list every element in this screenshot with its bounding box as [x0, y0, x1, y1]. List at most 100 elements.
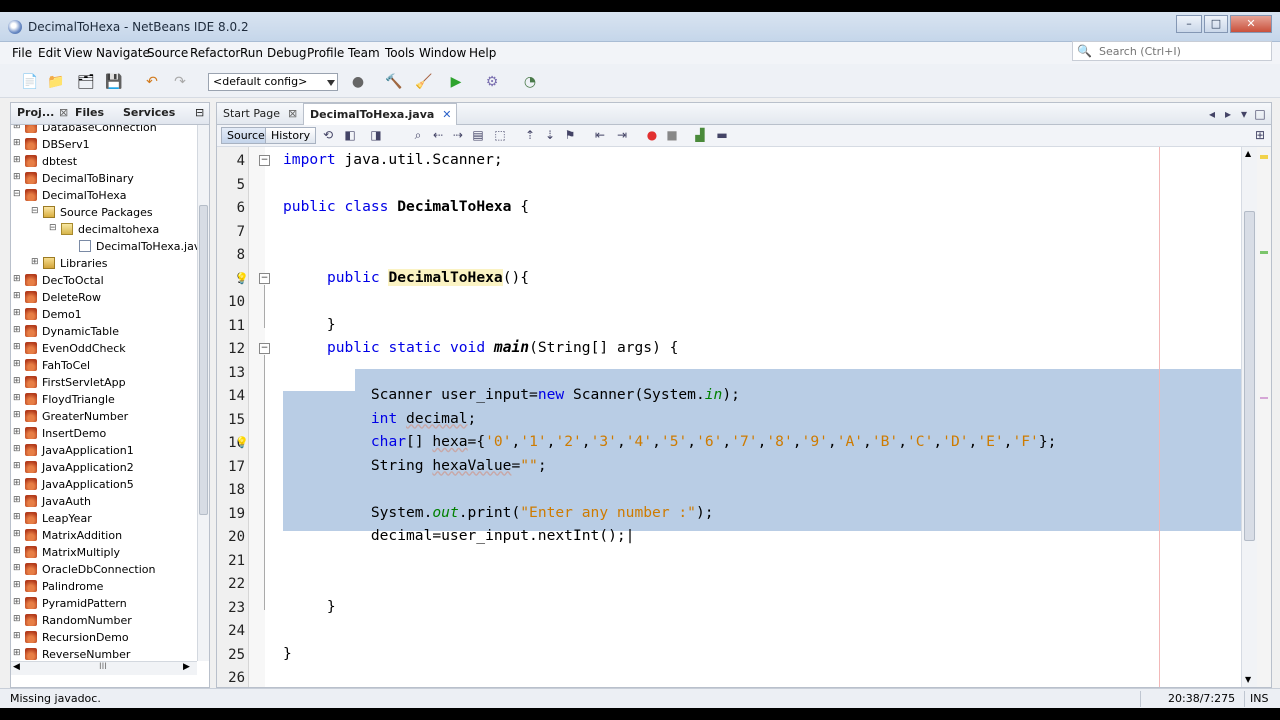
- back-icon[interactable]: ◧: [343, 128, 357, 142]
- stop-macro-icon[interactable]: ■: [665, 128, 679, 142]
- uncomment-icon[interactable]: ▬: [715, 128, 729, 142]
- expand-toggle-icon[interactable]: ⊞: [13, 512, 21, 522]
- new-project-button[interactable]: 📁: [46, 72, 66, 92]
- tree-node[interactable]: dbtest: [25, 153, 77, 170]
- expand-toggle-icon[interactable]: ⊞: [13, 648, 21, 658]
- expand-toggle-icon[interactable]: ⊞: [13, 529, 21, 539]
- code-line[interactable]: System.out.print("Enter any number :");: [283, 504, 714, 521]
- expand-toggle-icon[interactable]: ⊞: [13, 138, 21, 148]
- tree-node[interactable]: FahToCel: [25, 357, 90, 374]
- tree-node[interactable]: DBServ1: [25, 136, 90, 153]
- scroll-left-icon[interactable]: ◀: [13, 662, 20, 672]
- expand-toggle-icon[interactable]: ⊞: [13, 461, 21, 471]
- expand-toggle-icon[interactable]: ⊞: [13, 291, 21, 301]
- code-line[interactable]: public static void main(String[] args) {: [283, 339, 679, 356]
- tree-node[interactable]: MatrixMultiply: [25, 544, 120, 561]
- tree-node[interactable]: Palindrome: [25, 578, 103, 595]
- search-input[interactable]: [1099, 44, 1269, 58]
- toggle-rect-select-icon[interactable]: ⬚: [493, 128, 507, 142]
- find-icon[interactable]: ⌕: [411, 128, 425, 142]
- tree-node[interactable]: MatrixAddition: [25, 527, 122, 544]
- tree-node[interactable]: Demo1: [25, 306, 82, 323]
- expand-toggle-icon[interactable]: ⊞: [13, 427, 21, 437]
- next-bookmark-icon[interactable]: ⇣: [543, 128, 557, 142]
- code-area[interactable]: import java.util.Scanner; public class De…: [265, 147, 1241, 687]
- tree-node[interactable]: DecimalToHexa: [25, 187, 127, 204]
- clean-build-button[interactable]: 🧹: [414, 72, 434, 92]
- warning-marker[interactable]: [1260, 155, 1268, 159]
- menu-file[interactable]: File: [12, 46, 32, 60]
- tree-node[interactable]: InsertDemo: [25, 425, 106, 442]
- menu-navigate[interactable]: Navigate: [96, 46, 150, 60]
- tree-node[interactable]: JavaApplication5: [25, 476, 134, 493]
- save-all-button[interactable]: 💾: [104, 72, 124, 92]
- tab-projects[interactable]: Proj...: [17, 106, 54, 119]
- tree-node[interactable]: JavaApplication2: [25, 459, 134, 476]
- tree-node[interactable]: DatabaseConnection: [25, 125, 157, 136]
- hint-bulb-icon[interactable]: 💡: [235, 272, 249, 285]
- forward-icon[interactable]: ◨: [369, 128, 383, 142]
- tree-node[interactable]: ReverseNumber: [25, 646, 130, 661]
- code-line[interactable]: public class DecimalToHexa {: [283, 198, 529, 215]
- comment-icon[interactable]: ▟: [693, 128, 707, 142]
- source-button[interactable]: Source: [221, 127, 271, 144]
- expand-toggle-icon[interactable]: ⊞: [13, 376, 21, 386]
- tree-node[interactable]: EvenOddCheck: [25, 340, 126, 357]
- code-line[interactable]: public DecimalToHexa(){: [283, 268, 529, 286]
- menu-edit[interactable]: Edit: [38, 46, 61, 60]
- shift-left-icon[interactable]: ⇤: [593, 128, 607, 142]
- expand-toggle-icon[interactable]: ⊞: [13, 308, 21, 318]
- expand-toggle-icon[interactable]: ⊞: [13, 478, 21, 488]
- start-macro-icon[interactable]: ●: [645, 128, 659, 142]
- run-button[interactable]: ▶: [446, 72, 466, 92]
- code-line[interactable]: char[] hexa={'0','1','2','3','4','5','6'…: [283, 433, 1057, 450]
- expand-toggle-icon[interactable]: ⊟: [13, 189, 21, 199]
- maximize-button[interactable]: □: [1204, 15, 1228, 33]
- tree-node[interactable]: DecimalToHexa.java: [79, 238, 197, 255]
- code-line[interactable]: }: [283, 598, 336, 615]
- menu-debug[interactable]: Debug: [267, 46, 306, 60]
- editor-vertical-scrollbar[interactable]: ▲ ▼: [1241, 147, 1257, 687]
- close-icon[interactable]: ⊠: [59, 106, 68, 119]
- tree-node[interactable]: FloydTriangle: [25, 391, 115, 408]
- menu-run[interactable]: Run: [240, 46, 263, 60]
- tree-node[interactable]: RandomNumber: [25, 612, 132, 629]
- expand-toggle-icon[interactable]: ⊞: [13, 546, 21, 556]
- tree-node[interactable]: OracleDbConnection: [25, 561, 156, 578]
- history-button[interactable]: History: [265, 127, 317, 144]
- tree-node[interactable]: GreaterNumber: [25, 408, 128, 425]
- tree-node[interactable]: Libraries: [43, 255, 108, 272]
- shift-right-icon[interactable]: ⇥: [615, 128, 629, 142]
- close-button[interactable]: ✕: [1230, 15, 1272, 33]
- browser-button[interactable]: ●: [348, 72, 368, 92]
- menu-window[interactable]: Window: [419, 46, 466, 60]
- expand-toggle-icon[interactable]: ⊞: [13, 563, 21, 573]
- menu-tools[interactable]: Tools: [385, 46, 415, 60]
- menu-team[interactable]: Team: [348, 46, 380, 60]
- maximize-editor-icon[interactable]: □: [1253, 107, 1267, 121]
- expand-toggle-icon[interactable]: ⊞: [31, 257, 39, 267]
- minimize-button[interactable]: –: [1176, 15, 1202, 33]
- split-editor-icon[interactable]: ⊞: [1253, 128, 1267, 142]
- tree-node[interactable]: FirstServletApp: [25, 374, 126, 391]
- expand-toggle-icon[interactable]: ⊞: [13, 325, 21, 335]
- code-line[interactable]: int decimal;: [283, 410, 476, 427]
- expand-toggle-icon[interactable]: ⊞: [13, 614, 21, 624]
- redo-button[interactable]: ↷: [170, 72, 190, 92]
- tree-node[interactable]: decimaltohexa: [61, 221, 159, 238]
- undo-button[interactable]: ↶: [142, 72, 162, 92]
- expand-toggle-icon[interactable]: ⊟: [31, 206, 39, 216]
- tree-node[interactable]: RecursionDemo: [25, 629, 129, 646]
- tree-node[interactable]: DecToOctal: [25, 272, 104, 289]
- profile-button[interactable]: ◔: [520, 72, 540, 92]
- toggle-highlight-icon[interactable]: ▤: [471, 128, 485, 142]
- tab-files[interactable]: Files: [75, 106, 104, 119]
- menu-view[interactable]: View: [64, 46, 92, 60]
- tree-vertical-scrollbar[interactable]: [197, 125, 209, 661]
- last-edit-icon[interactable]: ⟲: [321, 128, 335, 142]
- expand-toggle-icon[interactable]: ⊞: [13, 597, 21, 607]
- scroll-right-icon[interactable]: ▶: [183, 662, 190, 672]
- tree-node[interactable]: JavaAuth: [25, 493, 91, 510]
- ok-marker[interactable]: [1260, 251, 1268, 254]
- scroll-up-icon[interactable]: ▲: [1245, 149, 1251, 158]
